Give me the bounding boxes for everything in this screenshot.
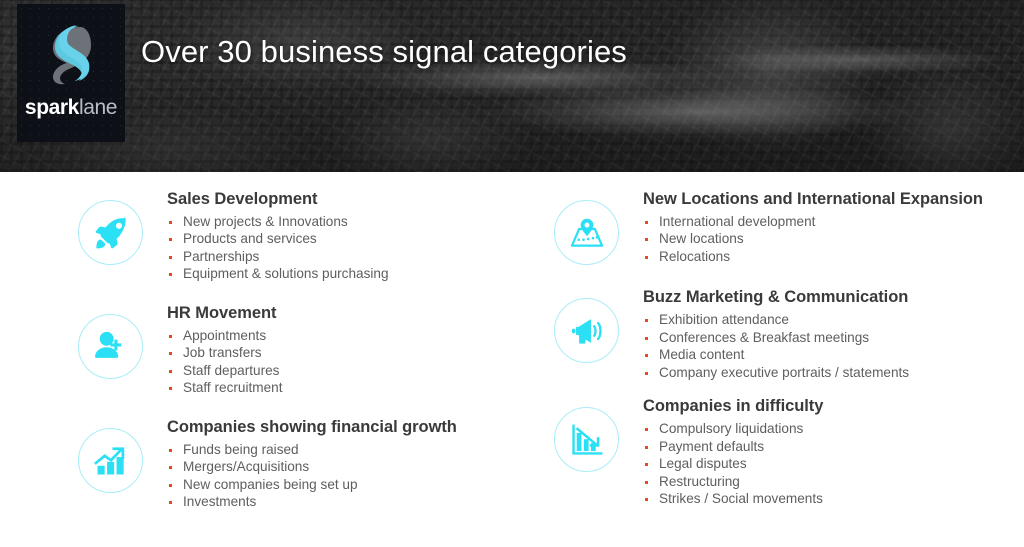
list-item: International development bbox=[643, 213, 983, 231]
list-item: Mergers/Acquisitions bbox=[167, 458, 457, 476]
decline-chart-icon bbox=[571, 424, 602, 455]
megaphone-icon-circle bbox=[554, 298, 619, 364]
category-title: Sales Development bbox=[167, 190, 318, 208]
brand-wordmark-light: lane bbox=[78, 95, 118, 119]
list-item: Media content bbox=[643, 346, 909, 364]
list-item: Legal disputes bbox=[643, 455, 823, 473]
megaphone-icon bbox=[571, 319, 602, 344]
decline-chart-icon-circle bbox=[554, 407, 619, 473]
category-bullet-list: Funds being raised Mergers/Acquisitions … bbox=[167, 441, 457, 511]
map-pin-icon-circle bbox=[554, 200, 619, 265]
list-item: Payment defaults bbox=[643, 438, 823, 456]
category-text: HR Movement Appointments Job transfers S… bbox=[167, 302, 282, 397]
list-item: Restructuring bbox=[643, 473, 823, 491]
list-item: Partnerships bbox=[167, 248, 389, 266]
category-title: HR Movement bbox=[167, 304, 277, 322]
category-title: Companies in difficulty bbox=[643, 397, 824, 416]
category-text: Sales Development New projects & Innovat… bbox=[167, 188, 389, 283]
list-item: Strikes / Social movements bbox=[643, 490, 823, 508]
spark-s-monogram-icon bbox=[53, 24, 91, 84]
user-plus-icon bbox=[95, 331, 122, 358]
category-buzz-marketing: Buzz Marketing & Communication Exhibitio… bbox=[554, 286, 1024, 381]
list-item: New companies being set up bbox=[167, 476, 457, 494]
growth-chart-icon bbox=[93, 446, 124, 474]
rocket-icon-circle bbox=[78, 200, 143, 265]
category-text: Companies showing financial growth Funds… bbox=[167, 416, 457, 511]
page-title: Over 30 business signal categories bbox=[141, 34, 627, 69]
left-column: Sales Development New projects & Innovat… bbox=[0, 172, 510, 547]
slide: sparklane Over 30 business signal catego… bbox=[0, 0, 1024, 547]
list-item: Equipment & solutions purchasing bbox=[167, 265, 389, 283]
category-title: Buzz Marketing & Communication bbox=[643, 288, 909, 307]
list-item: Investments bbox=[167, 493, 457, 511]
right-column: New Locations and International Expansio… bbox=[510, 172, 1024, 547]
map-pin-icon bbox=[570, 218, 603, 247]
list-item: Job transfers bbox=[167, 344, 282, 362]
brand-wordmark-bold: spark bbox=[24, 95, 79, 119]
category-bullet-list: Compulsory liquidations Payment defaults… bbox=[643, 420, 823, 508]
category-sales-development: Sales Development New projects & Innovat… bbox=[78, 188, 510, 283]
brand-wordmark: sparklane bbox=[24, 95, 118, 119]
list-item: New locations bbox=[643, 230, 983, 248]
category-title: New Locations and International Expansio… bbox=[643, 190, 983, 208]
category-text: Companies in difficulty Compulsory liqui… bbox=[643, 395, 823, 508]
category-financial-growth: Companies showing financial growth Funds… bbox=[78, 416, 510, 511]
list-item: Relocations bbox=[643, 248, 983, 266]
list-item: Products and services bbox=[167, 230, 389, 248]
list-item: Compulsory liquidations bbox=[643, 420, 823, 438]
list-item: Conferences & Breakfast meetings bbox=[643, 329, 909, 347]
list-item: Company executive portraits / statements bbox=[643, 364, 909, 382]
category-bullet-list: International development New locations … bbox=[643, 213, 983, 266]
rocket-icon bbox=[95, 217, 126, 248]
list-item: Exhibition attendance bbox=[643, 311, 909, 329]
category-bullet-list: Appointments Job transfers Staff departu… bbox=[167, 327, 282, 397]
growth-chart-icon-circle bbox=[78, 428, 143, 493]
header-banner: sparklane Over 30 business signal catego… bbox=[0, 0, 1024, 172]
category-text: Buzz Marketing & Communication Exhibitio… bbox=[643, 286, 909, 381]
brand-logo: sparklane bbox=[17, 4, 125, 142]
header-background-photo bbox=[0, 0, 1024, 172]
user-plus-icon-circle bbox=[78, 314, 143, 379]
category-companies-in-difficulty: Companies in difficulty Compulsory liqui… bbox=[554, 395, 1024, 508]
category-hr-movement: HR Movement Appointments Job transfers S… bbox=[78, 302, 510, 397]
category-bullet-list: Exhibition attendance Conferences & Brea… bbox=[643, 311, 909, 381]
list-item: Staff recruitment bbox=[167, 379, 282, 397]
list-item: Staff departures bbox=[167, 362, 282, 380]
category-new-locations: New Locations and International Expansio… bbox=[554, 188, 1024, 265]
list-item: Appointments bbox=[167, 327, 282, 345]
list-item: Funds being raised bbox=[167, 441, 457, 459]
list-item: New projects & Innovations bbox=[167, 213, 389, 231]
category-text: New Locations and International Expansio… bbox=[643, 188, 983, 265]
categories-content: Sales Development New projects & Innovat… bbox=[0, 172, 1024, 547]
category-title: Companies showing financial growth bbox=[167, 418, 457, 436]
category-bullet-list: New projects & Innovations Products and … bbox=[167, 213, 389, 283]
